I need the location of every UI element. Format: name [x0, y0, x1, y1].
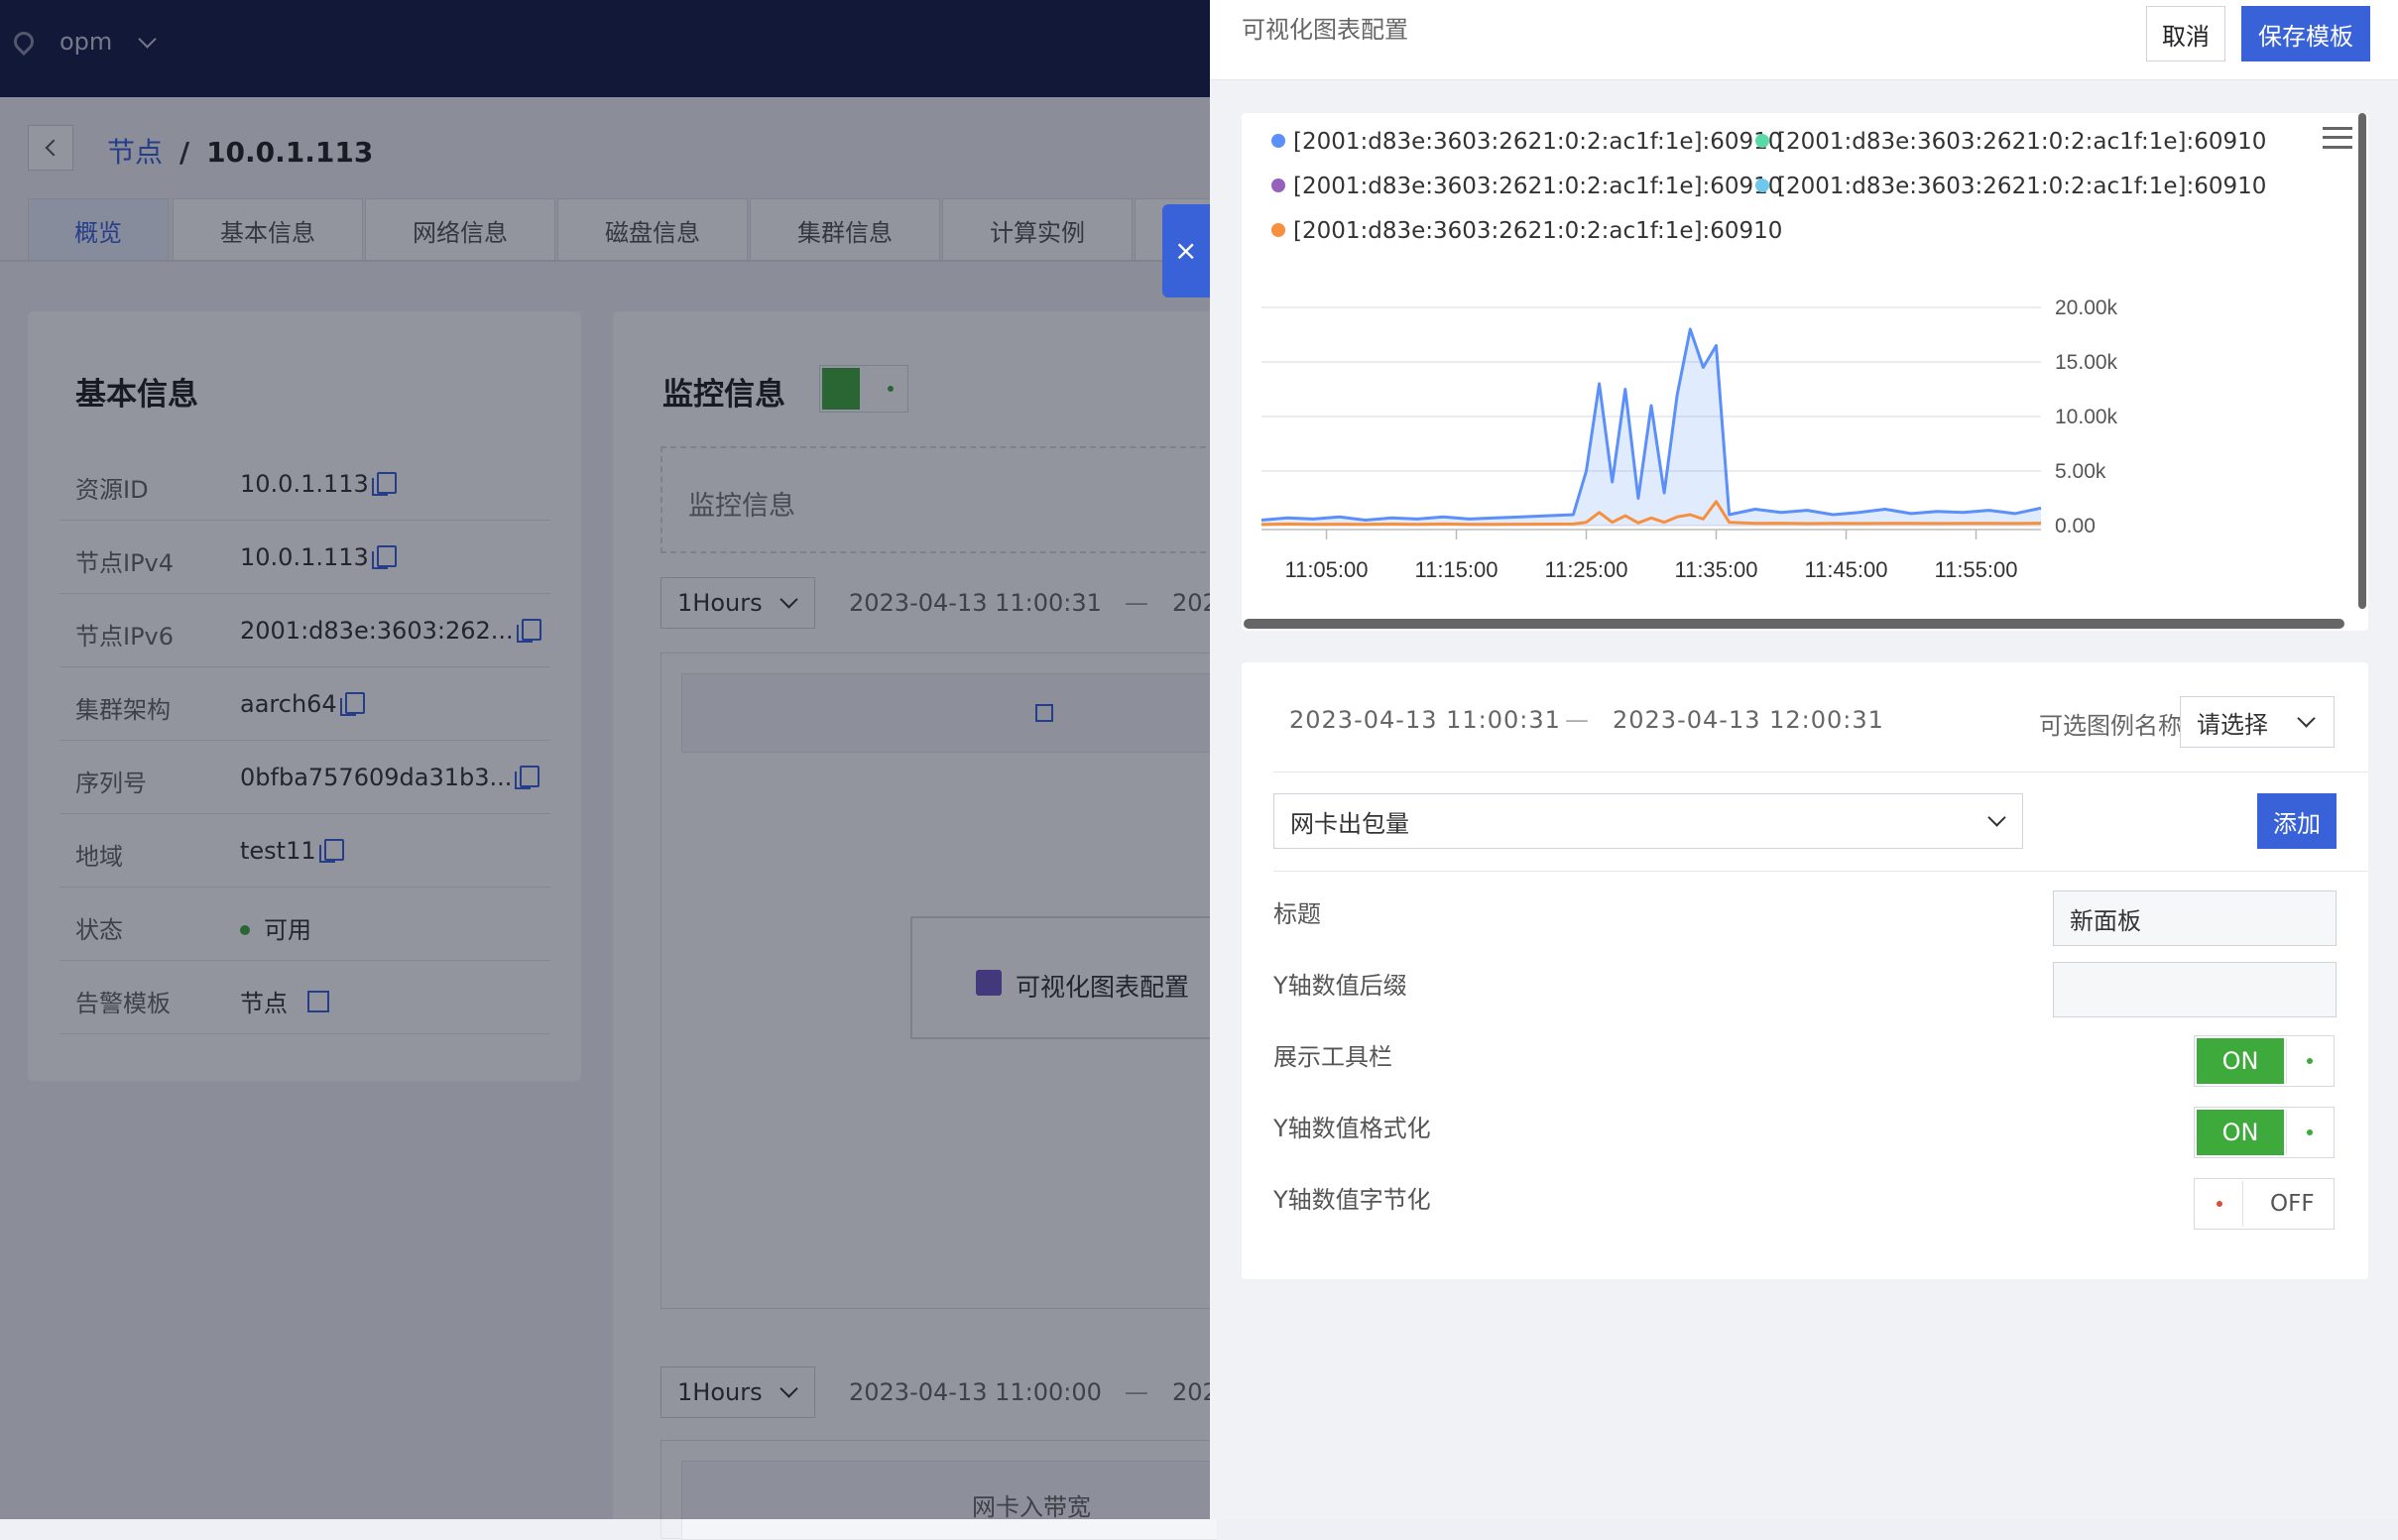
cancel-button[interactable]: 取消: [2146, 6, 2225, 61]
drawer-header: 可视化图表配置 取消 保存模板: [1210, 0, 2398, 80]
x-tick-label: 11:15:00: [1414, 557, 1498, 582]
chevron-down-icon: [1987, 808, 2006, 827]
range-start-time: 2023-04-13 11:00:31: [1289, 706, 1561, 734]
modal-overlay[interactable]: [0, 0, 1210, 1519]
chart-plot: 0.00 5.00k 10.00k 15.00k 20.00k 11:05:00 11:15…: [1260, 296, 2118, 582]
chart-preview-card: [2001:d83e:3603:2621:0:2:ac1f:1e]:60910 …: [1242, 113, 2368, 631]
horizontal-scrollbar[interactable]: [1244, 619, 2344, 629]
title-label: 标题: [1273, 900, 1321, 928]
y-tick-label: 20.00k: [2055, 296, 2118, 319]
toggle-knob: [2286, 1038, 2333, 1084]
toggle-state: ON: [2197, 1110, 2284, 1155]
toggle-knob: [2197, 1181, 2243, 1227]
divider: [1273, 771, 2368, 772]
range-end-time: 2023-04-13 12:00:31: [1613, 706, 1884, 734]
x-tick-label: 11:55:00: [1934, 557, 2017, 582]
y-tick-label: 5.00k: [2055, 460, 2106, 483]
drawer-close-button[interactable]: ×: [1162, 204, 1210, 297]
add-button[interactable]: 添加: [2257, 793, 2337, 849]
metric-select[interactable]: 网卡出包量: [1273, 793, 2023, 849]
vertical-scrollbar[interactable]: [2358, 113, 2366, 609]
y-tick-label: 10.00k: [2055, 406, 2118, 428]
title-input[interactable]: 新面板: [2053, 890, 2337, 946]
y-bytes-toggle[interactable]: OFF: [2194, 1178, 2335, 1230]
divider: [1273, 871, 2368, 872]
chevron-down-icon: [2297, 709, 2316, 728]
y-suffix-label: Y轴数值后缀: [1273, 972, 1407, 1000]
y-format-toggle[interactable]: ON: [2194, 1107, 2335, 1158]
y-suffix-input[interactable]: [2053, 962, 2337, 1017]
y-tick-label: 15.00k: [2055, 351, 2118, 374]
legend-select[interactable]: 请选择: [2180, 696, 2335, 748]
show-toolbar-label: 展示工具栏: [1273, 1043, 1392, 1071]
y-bytes-label: Y轴数值字节化: [1273, 1186, 1431, 1214]
save-template-button[interactable]: 保存模板: [2241, 6, 2370, 61]
y-format-label: Y轴数值格式化: [1273, 1115, 1431, 1142]
toggle-state: OFF: [2270, 1191, 2315, 1217]
range-separator: —: [1565, 706, 1589, 734]
series-area: [1261, 329, 2041, 526]
drawer-title: 可视化图表配置: [1242, 16, 1408, 44]
x-tick-label: 11:25:00: [1544, 557, 1627, 582]
x-tick-label: 11:35:00: [1674, 557, 1757, 582]
settings-card: 2023-04-13 11:00:31 — 2023-04-13 12:00:3…: [1242, 662, 2368, 1279]
toggle-state: ON: [2197, 1038, 2284, 1084]
y-tick-label: 0.00: [2055, 515, 2096, 537]
legend-select-label: 可选图例名称: [2039, 712, 2182, 740]
x-tick-label: 11:45:00: [1804, 557, 1887, 582]
close-icon: ×: [1174, 234, 1198, 267]
x-tick-label: 11:05:00: [1284, 557, 1368, 582]
show-toolbar-toggle[interactable]: ON: [2194, 1035, 2335, 1087]
chart-config-drawer: 可视化图表配置 取消 保存模板 [2001:d83e:3603:2621:0:2…: [1210, 0, 2398, 1519]
toggle-knob: [2286, 1110, 2333, 1155]
